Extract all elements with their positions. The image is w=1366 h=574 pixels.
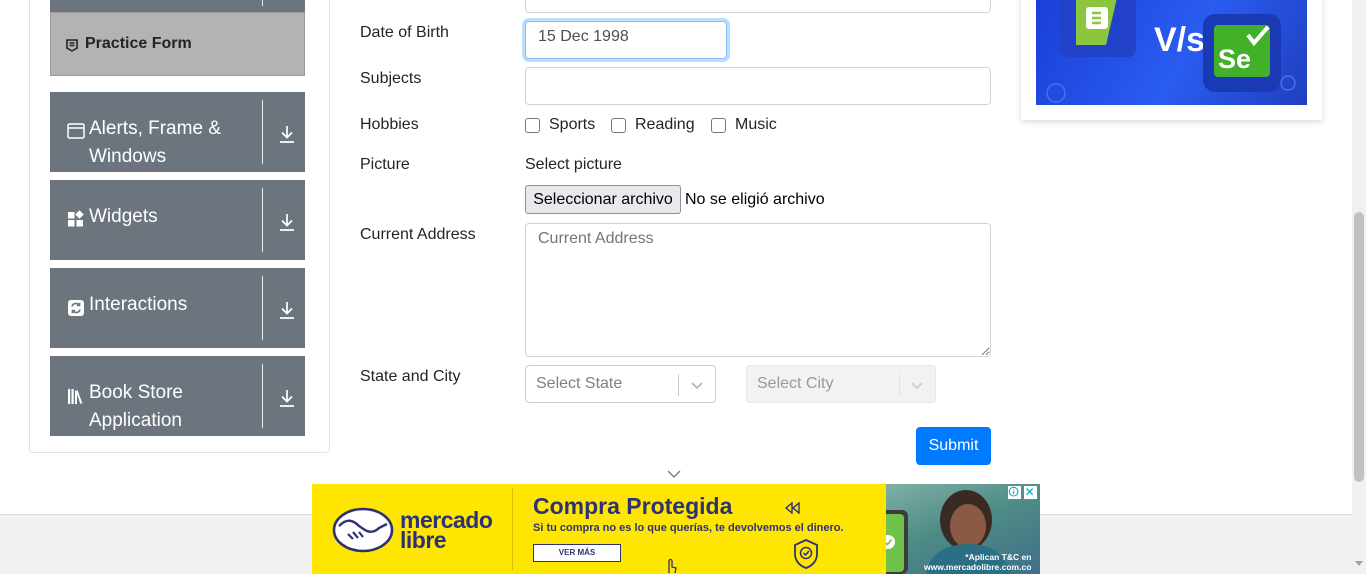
banner-cta-button[interactable]: VER MÁS (533, 544, 621, 562)
banner-divider (512, 488, 513, 570)
state-select[interactable]: Select State (525, 365, 716, 403)
group-label-line2: Windows (89, 146, 167, 167)
group-divider (262, 276, 263, 340)
widgets-icon (68, 210, 84, 227)
window-icon (67, 123, 85, 139)
address-textarea[interactable] (525, 223, 991, 357)
picture-label: Picture (360, 156, 410, 173)
dob-label: Date of Birth (360, 24, 449, 41)
dob-value: 15 Dec 1998 (538, 28, 629, 45)
ad-info-icon[interactable] (1007, 485, 1022, 500)
chevron-down-icon[interactable] (667, 469, 681, 479)
ad-image[interactable]: V/s Se (1036, 0, 1307, 105)
ad-close-icon[interactable] (1023, 485, 1038, 500)
address-label: Current Address (360, 226, 476, 243)
group-label: Interactions (89, 294, 188, 315)
submit-button[interactable]: Submit (916, 427, 991, 465)
sidebar-item-label: Practice Form (85, 35, 192, 52)
state-city-label: State and City (360, 368, 461, 385)
state-placeholder: Select State (536, 375, 623, 392)
sidebar-group-bookstore[interactable]: Book Store Application (50, 356, 305, 436)
interactions-icon (68, 300, 84, 316)
sidebar-group-widgets[interactable]: Widgets (50, 180, 305, 260)
hobby-music-checkbox[interactable] (711, 118, 726, 133)
rewind-icon (784, 502, 800, 514)
download-icon[interactable] (278, 212, 296, 232)
scrollbar-thumb[interactable] (1354, 212, 1364, 482)
banner-headline: Compra Protegida (533, 493, 733, 519)
chevron-down-icon (911, 382, 923, 390)
chevron-down-icon (691, 382, 703, 390)
city-placeholder: Select City (757, 375, 834, 392)
group-divider (262, 100, 263, 164)
brand-name: mercado libre (400, 507, 493, 553)
hobby-sports-checkbox[interactable] (525, 118, 540, 133)
books-icon (68, 389, 83, 404)
banner-subtext: Si tu compra no es lo que querías, te de… (533, 522, 844, 534)
hobby-reading-label[interactable]: Reading (635, 116, 695, 134)
dob-input[interactable]: 15 Dec 1998 (525, 21, 727, 59)
group-label-line2: Application (89, 410, 182, 431)
subjects-input[interactable] (525, 67, 991, 105)
select-picture-label: Select picture (525, 156, 622, 173)
group-divider (262, 364, 263, 428)
subjects-label: Subjects (360, 70, 422, 87)
file-status: No se eligió archivo (685, 191, 825, 208)
handshake-logo-icon (332, 507, 394, 553)
download-icon[interactable] (278, 124, 296, 144)
scroll-down-arrow[interactable] (1355, 561, 1363, 566)
hand-cursor-icon (668, 558, 677, 574)
svg-text:Se: Se (1218, 44, 1251, 74)
hobby-reading-checkbox[interactable] (611, 118, 626, 133)
sidebar-group-interactions[interactable]: Interactions (50, 268, 305, 348)
sidebar-group-alerts[interactable]: Alerts, Frame & Windows (50, 92, 305, 172)
group-label: Widgets (89, 206, 158, 227)
sidebar-item-practice-form[interactable]: Practice Form (50, 12, 305, 76)
download-icon[interactable] (278, 300, 296, 320)
hobby-music-label[interactable]: Music (735, 116, 777, 134)
group-divider (262, 188, 263, 252)
svg-text:V/s: V/s (1154, 21, 1205, 59)
group-label: Alerts, Frame & (89, 118, 221, 139)
ad-graphic: V/s Se (1046, 0, 1296, 103)
mobile-field-partial[interactable] (525, 0, 991, 13)
hobbies-label: Hobbies (360, 116, 419, 133)
download-icon[interactable] (278, 388, 296, 408)
city-select[interactable]: Select City (746, 365, 936, 403)
file-upload-button[interactable]: Seleccionar archivo (525, 185, 681, 214)
mercadolibre-banner-ad[interactable]: mercado libre Compra Protegida Si tu com… (312, 484, 1040, 574)
form-icon (66, 39, 78, 52)
hobby-sports-label[interactable]: Sports (549, 116, 595, 134)
group-label: Book Store (89, 382, 183, 403)
sidebar-group-prev[interactable] (50, 0, 305, 12)
banner-legal-text: *Aplican T&C en www.mercadolibre.com.co (924, 552, 1032, 572)
shield-check-icon (794, 539, 818, 569)
